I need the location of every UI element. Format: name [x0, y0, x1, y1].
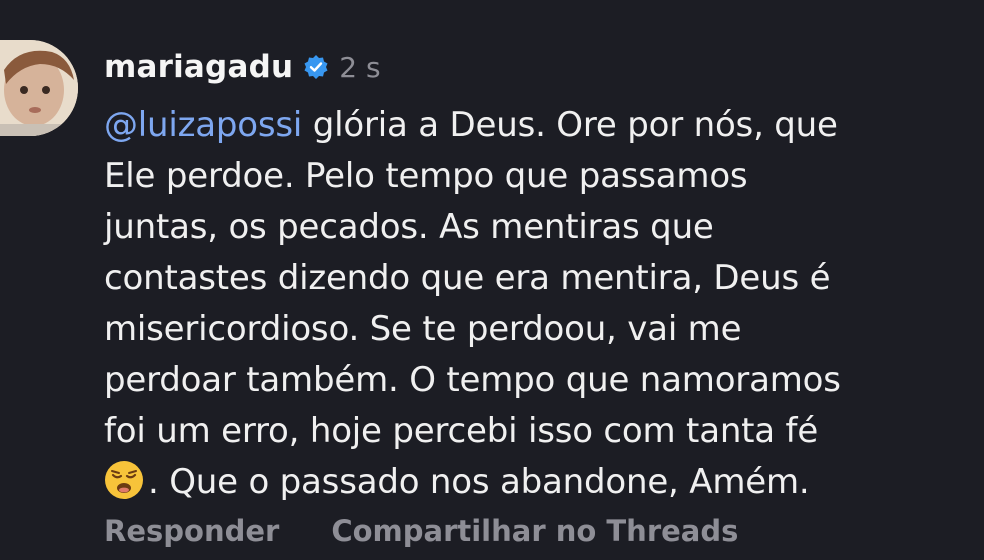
- comment-text: @luizapossi glória a Deus. Ore por nós, …: [104, 100, 974, 508]
- comment-line-text: . Que o passado nos abandone, Amém.: [148, 462, 810, 502]
- comment-line: Ele perdoe. Pelo tempo que passamos: [104, 156, 748, 196]
- comment-line: perdoar também. O tempo que namoramos: [104, 360, 841, 400]
- username[interactable]: mariagadu: [104, 49, 293, 85]
- comment-actions: Responder Compartilhar no Threads: [104, 514, 738, 548]
- comment-line: foi um erro, hoje percebi isso com tanta…: [104, 411, 819, 451]
- reply-button[interactable]: Responder: [104, 514, 279, 548]
- verified-badge-icon: [303, 54, 329, 80]
- tired-face-emoji-icon: [104, 460, 144, 500]
- comment: mariagadu 2 s @luizapossi glória a Deus.…: [0, 0, 984, 560]
- comment-line: . Que o passado nos abandone, Amém.: [104, 457, 974, 508]
- comment-line: @luizapossi glória a Deus. Ore por nós, …: [104, 100, 974, 151]
- comment-time: 2 s: [339, 50, 381, 84]
- comment-line-text: glória a Deus. Ore por nós, que: [302, 105, 838, 145]
- share-threads-button[interactable]: Compartilhar no Threads: [331, 514, 738, 548]
- avatar[interactable]: [0, 40, 78, 136]
- comment-line: contastes dizendo que era mentira, Deus …: [104, 258, 831, 298]
- mention-link[interactable]: @luizapossi: [104, 105, 302, 145]
- comment-line: juntas, os pecados. As mentiras que: [104, 207, 714, 247]
- comment-body: mariagadu 2 s @luizapossi glória a Deus.…: [104, 44, 974, 508]
- comment-header: mariagadu 2 s: [104, 44, 974, 90]
- comment-line: misericordioso. Se te perdoou, vai me: [104, 309, 742, 349]
